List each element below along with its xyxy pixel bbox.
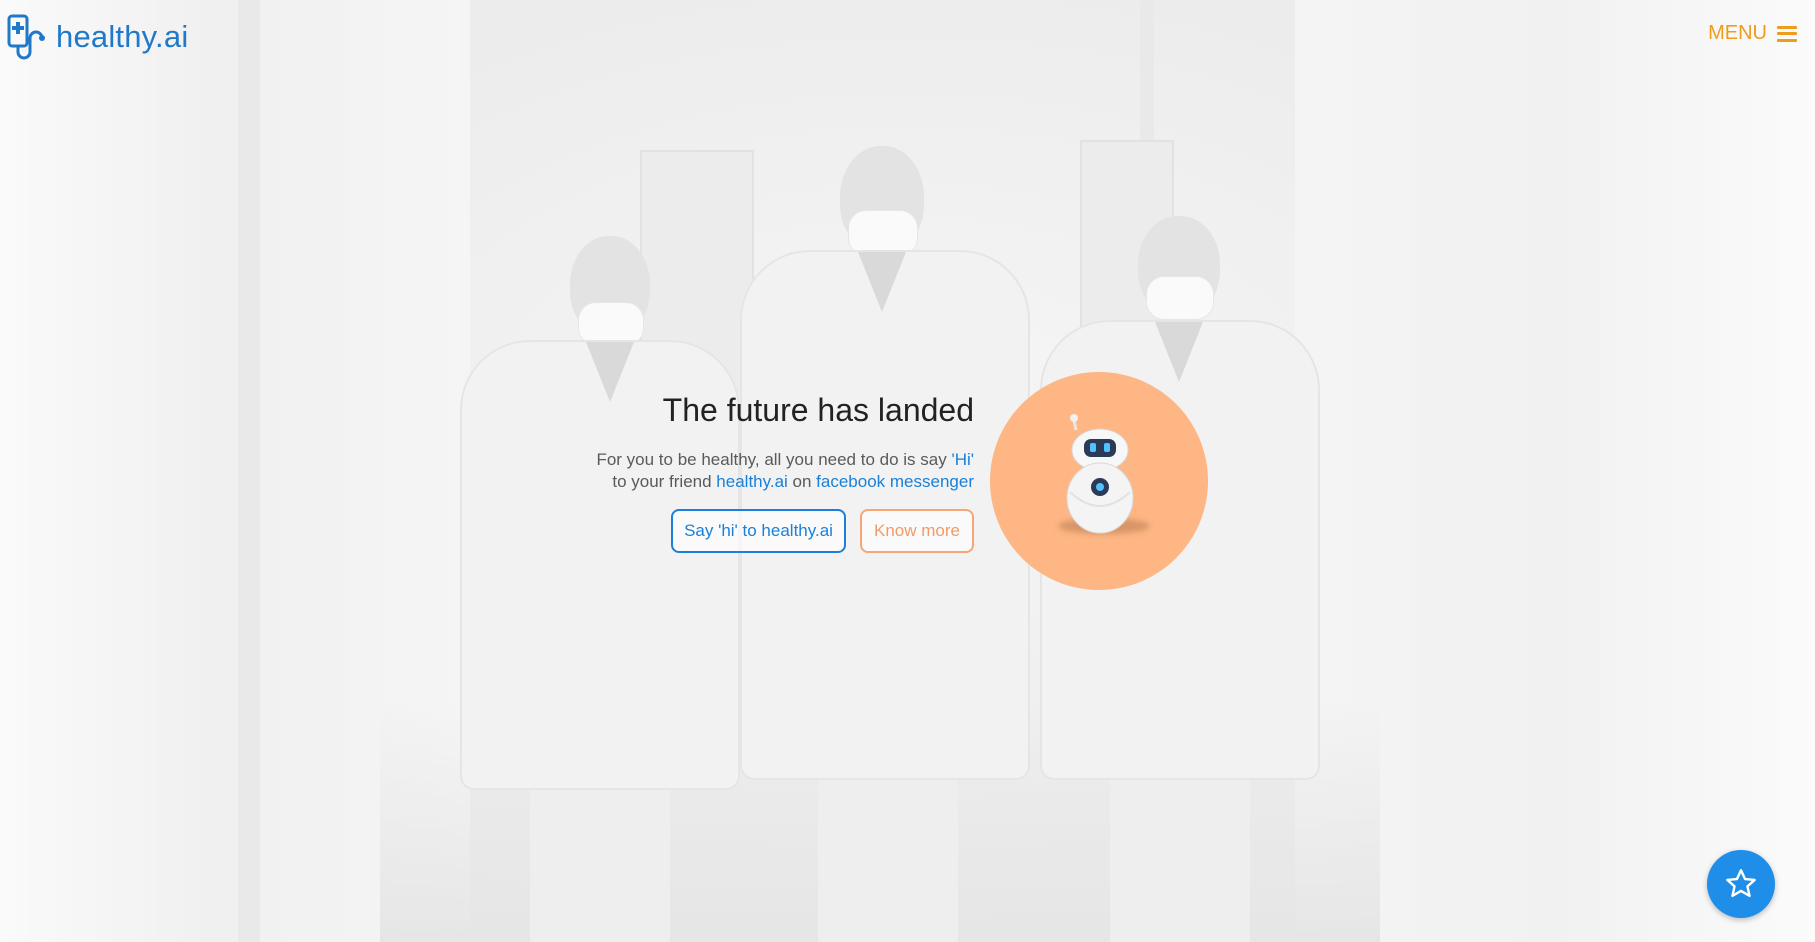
hero-desc-text: on — [787, 472, 817, 491]
hero-desc-text: to your friend — [612, 472, 717, 491]
hi-link[interactable]: 'Hi' — [951, 450, 974, 469]
healthy-ai-link[interactable]: healthy.ai — [716, 472, 788, 491]
hero-content: The future has landed For you to be heal… — [596, 392, 974, 553]
facebook-messenger-link[interactable]: facebook messenger — [816, 472, 974, 491]
doctor-figure — [450, 230, 750, 942]
star-icon — [1726, 869, 1756, 898]
know-more-button[interactable]: Know more — [860, 509, 974, 553]
phone-stethoscope-logo-icon — [7, 14, 45, 60]
door-frame — [238, 0, 260, 942]
bot-badge — [990, 372, 1208, 590]
hero-desc-text: For you to be healthy, all you need to d… — [596, 450, 952, 469]
favorite-fab[interactable] — [1707, 850, 1775, 918]
brand-name: healthy.ai — [56, 19, 189, 54]
menu-label: MENU — [1708, 22, 1767, 44]
hero-title: The future has landed — [662, 392, 974, 428]
hamburger-icon — [1777, 25, 1797, 42]
hero-description: For you to be healthy, all you need to d… — [596, 449, 974, 493]
hero-buttons: Say 'hi' to healthy.ai Know more — [596, 509, 974, 553]
menu-button[interactable]: MENU — [1708, 22, 1797, 45]
brand-logo[interactable]: healthy.ai — [6, 12, 188, 62]
say-hi-button[interactable]: Say 'hi' to healthy.ai — [671, 509, 846, 553]
robot-mascot-icon — [1066, 414, 1134, 534]
